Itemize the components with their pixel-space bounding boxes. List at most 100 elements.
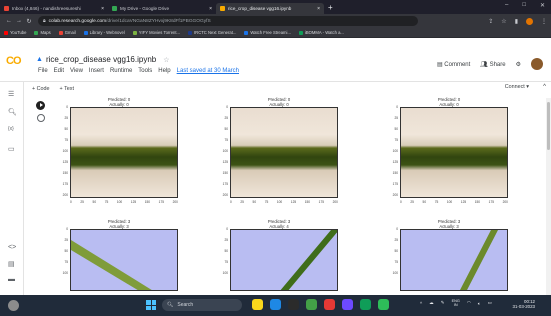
bookmark-irctc[interactable]: IRCTC Next Generat... [188, 30, 236, 35]
add-text-button[interactable]: + Text [60, 86, 74, 92]
profile-avatar[interactable] [526, 17, 533, 25]
maximize-button[interactable]: □ [522, 2, 526, 9]
more-menu-icon[interactable]: ⋮ [541, 18, 547, 25]
x-tick-label: 150 [304, 200, 311, 204]
user-avatar[interactable] [531, 58, 543, 70]
scrollbar[interactable] [546, 98, 551, 295]
y-tick-label: 50 [224, 127, 228, 131]
y-tick-label: 25 [64, 238, 68, 242]
taskbar-app-icon[interactable] [252, 299, 263, 310]
y-tick-label: 25 [394, 116, 398, 120]
leaf-image [230, 107, 338, 198]
bookmark-webnovel[interactable]: Library - Webnovel [83, 30, 125, 35]
variables-icon[interactable]: {x} [8, 126, 14, 132]
taskbar-app-icon[interactable] [360, 299, 371, 310]
header-actions: ▤ Comment 👥︎ Share ⚙ [437, 58, 543, 70]
taskbar-app-icon[interactable] [342, 299, 353, 310]
command-palette-icon[interactable]: ▤ [8, 260, 15, 268]
taskbar-app-icon[interactable] [306, 299, 317, 310]
wifi-icon[interactable]: ◠ [467, 300, 471, 306]
minimize-button[interactable]: – [505, 2, 508, 9]
side-panel-icon[interactable]: ▮ [515, 18, 518, 25]
taskbar-app-icon[interactable] [270, 299, 281, 310]
taskbar-app-icon[interactable] [324, 299, 335, 310]
connect-button[interactable]: Connect ▾ [505, 84, 529, 90]
tab-drive[interactable]: My Drive - Google Drive × [108, 3, 216, 14]
close-icon[interactable]: × [209, 6, 212, 12]
taskbar-search[interactable]: 🔍︎ Search [162, 299, 242, 311]
taskbar-app-icon[interactable] [378, 299, 389, 310]
tab-gmail[interactable]: Inbox (4,846) - nandishreesureshi × [0, 3, 108, 14]
reload-icon[interactable]: ↻ [24, 18, 34, 25]
gmail-icon [58, 30, 63, 35]
taskbar-app-icon[interactable] [288, 299, 299, 310]
bookmark-yify[interactable]: YIFY Movies Torrent... [132, 30, 181, 35]
irctc-icon [188, 30, 193, 35]
bookmark-ibomma[interactable]: iBOMMA - Watch a... [298, 30, 344, 35]
y-tick-label: 50 [64, 249, 68, 253]
menu-file[interactable]: File [38, 68, 48, 74]
add-code-button[interactable]: + Code [32, 86, 50, 92]
comment-button[interactable]: ▤ Comment [437, 61, 470, 68]
last-saved-link[interactable]: Last saved at 30 March [177, 68, 239, 74]
battery-icon[interactable]: ▭ [488, 300, 492, 306]
address-row: ← → ↻ 🔒︎ colab.research.google.com /driv… [0, 14, 551, 28]
back-icon[interactable]: ← [4, 18, 14, 24]
x-tick-label: 175 [158, 200, 164, 204]
y-tick-label: 200 [62, 193, 68, 197]
tab-colab[interactable]: rice_crop_disease vgg16.ipynb × [216, 3, 324, 14]
share-page-icon[interactable]: ⇪ [488, 18, 493, 25]
bookmark-youtube[interactable]: YouTube [4, 30, 26, 35]
forward-icon[interactable]: → [14, 18, 24, 24]
files-folder-icon[interactable]: ▭ [8, 145, 15, 153]
notebook-title[interactable]: rice_crop_disease vgg16.ipynb [46, 55, 156, 64]
address-bar[interactable]: 🔒︎ colab.research.google.com /drive/1dca… [38, 16, 418, 26]
chevron-up-icon[interactable]: ^ [420, 301, 422, 306]
language-indicator[interactable]: ENG IN [452, 299, 460, 307]
system-tray: ^ ☁ ✎ ENG IN ◠ 🔈︎ ▭ [420, 299, 492, 307]
code-snippets-icon[interactable]: <> [8, 244, 16, 251]
y-tick-label: 100 [222, 271, 228, 275]
start-button[interactable] [146, 300, 156, 310]
new-tab-button[interactable]: + [328, 3, 333, 12]
output-settings-icon[interactable] [37, 114, 45, 122]
menu-insert[interactable]: Insert [89, 68, 104, 74]
menu-tools[interactable]: Tools [138, 68, 152, 74]
y-tick-label: 25 [224, 116, 228, 120]
bookmark-maps[interactable]: Maps [34, 30, 51, 35]
share-button[interactable]: 👥︎ Share [480, 61, 505, 68]
bookmark-label: YIFY Movies Torrent... [138, 30, 181, 35]
clock-date: 31-03-2023 [512, 304, 535, 310]
table-of-contents-icon[interactable]: ☰ [8, 90, 14, 98]
clock[interactable]: 00:12 31-03-2023 [513, 299, 535, 309]
colab-logo[interactable]: CO [6, 55, 21, 67]
collapse-icon[interactable]: ^ [543, 84, 546, 90]
close-icon[interactable]: × [317, 6, 320, 12]
terminal-icon[interactable]: ▬ [8, 276, 15, 283]
y-tick-label: 100 [222, 149, 228, 153]
menu-runtime[interactable]: Runtime [110, 68, 132, 74]
menu-help[interactable]: Help [158, 68, 170, 74]
volume-icon[interactable]: 🔈︎ [478, 301, 481, 306]
close-window-button[interactable]: ✕ [540, 2, 545, 9]
y-tick-label: 0 [66, 105, 68, 109]
menu-edit[interactable]: Edit [54, 68, 64, 74]
menu-view[interactable]: View [70, 68, 83, 74]
pen-icon[interactable]: ✎ [441, 300, 445, 306]
run-cell-button[interactable] [36, 101, 45, 110]
maps-icon [34, 30, 39, 35]
weather-icon[interactable] [8, 300, 19, 311]
bookmark-label: Library - Webnovel [89, 30, 125, 35]
x-tick-label: 175 [318, 200, 324, 204]
bookmark-gmail[interactable]: Gmail [58, 30, 76, 35]
cloud-icon[interactable]: ☁ [429, 300, 434, 306]
bookmark-star-icon[interactable]: ☆ [501, 18, 506, 25]
bookmark-stream[interactable]: Watch Free Streami... [244, 30, 291, 35]
star-icon[interactable]: ☆ [163, 56, 169, 64]
colab-icon [220, 6, 225, 11]
scrollbar-thumb[interactable] [547, 102, 550, 150]
search-icon[interactable]: 🔍︎ [8, 108, 17, 116]
settings-gear-icon[interactable]: ⚙ [516, 61, 521, 68]
y-tick-label: 175 [62, 182, 68, 186]
close-icon[interactable]: × [101, 6, 104, 12]
